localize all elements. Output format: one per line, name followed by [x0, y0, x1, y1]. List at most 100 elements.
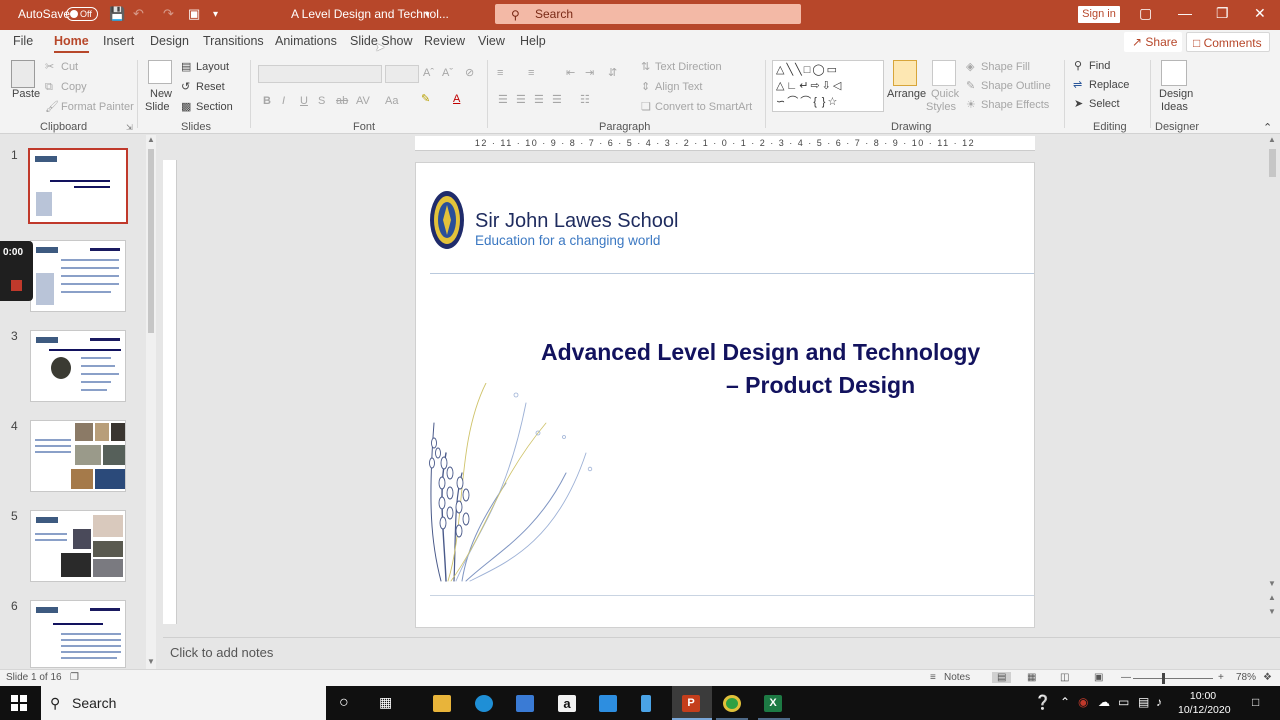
quick-styles-label-2[interactable]: Styles: [926, 100, 956, 114]
zoom-slider[interactable]: [1133, 678, 1213, 679]
shape-outline-icon[interactable]: ✎: [966, 79, 975, 93]
taskbar-search-box[interactable]: ⚲ Search: [41, 686, 326, 720]
format-painter-icon[interactable]: 🖌: [45, 100, 59, 114]
arrange-label[interactable]: Arrange: [887, 87, 926, 101]
increase-indent-icon[interactable]: ⇥: [585, 66, 594, 80]
slide-scrollbar[interactable]: ▲ ▼ ▲ ▼: [1267, 135, 1277, 637]
scrollbar-thumb[interactable]: [1269, 149, 1276, 177]
previous-slide-icon[interactable]: ▲: [1268, 593, 1276, 602]
security-icon[interactable]: ◉: [1078, 695, 1088, 709]
cloud-icon[interactable]: ☁: [1098, 695, 1110, 709]
zoom-in-icon[interactable]: +: [1218, 672, 1224, 683]
normal-view-icon[interactable]: ▤: [992, 672, 1012, 683]
task-view-icon[interactable]: ▦: [379, 694, 392, 711]
copy-icon[interactable]: ⧉: [45, 80, 53, 94]
columns-icon[interactable]: ☷: [580, 93, 590, 107]
shape-effects-label[interactable]: Shape Effects: [981, 98, 1049, 112]
font-size-combobox[interactable]: [385, 65, 419, 83]
slide-title-line-2[interactable]: – Product Design: [726, 372, 915, 399]
scroll-up-icon[interactable]: ▲: [147, 135, 155, 144]
reading-view-icon[interactable]: ◫: [1060, 672, 1069, 683]
tab-file[interactable]: File: [13, 30, 33, 54]
tab-animations[interactable]: Animations: [275, 30, 337, 54]
copy-label[interactable]: Copy: [61, 80, 87, 94]
search-box[interactable]: ⚲ Search: [495, 4, 801, 24]
align-text-icon[interactable]: ⇕: [641, 80, 650, 94]
amazon-icon[interactable]: a: [558, 695, 576, 712]
shape-fill-label[interactable]: Shape Fill: [981, 60, 1030, 74]
volume-icon[interactable]: ♪: [1156, 695, 1162, 709]
app-icon[interactable]: [641, 695, 651, 712]
fit-slide-icon[interactable]: ❖: [1263, 672, 1272, 683]
shape-effects-icon[interactable]: ☀: [966, 98, 976, 112]
collapse-ribbon-icon[interactable]: ⌃: [1263, 121, 1272, 135]
quick-styles-label-1[interactable]: Quick: [931, 87, 959, 101]
align-text-label[interactable]: Align Text: [655, 80, 703, 94]
bullets-icon[interactable]: ≡: [497, 66, 503, 80]
notes-pane[interactable]: Click to add notes: [163, 637, 1280, 669]
present-from-beginning-icon[interactable]: ▣: [188, 6, 200, 22]
text-direction-label[interactable]: Text Direction: [655, 60, 722, 74]
notes-icon[interactable]: ≡: [930, 672, 936, 683]
design-ideas-label-2[interactable]: Ideas: [1161, 100, 1188, 114]
store-icon[interactable]: [516, 695, 534, 712]
format-painter-label[interactable]: Format Painter: [61, 100, 134, 114]
layout-label[interactable]: Layout: [196, 60, 229, 74]
slide-thumbnail-4[interactable]: [30, 420, 126, 492]
shadow-icon[interactable]: S: [318, 94, 325, 108]
accessibility-icon[interactable]: ❐: [70, 672, 79, 683]
tab-help[interactable]: Help: [520, 30, 546, 54]
slide-thumbnail-1[interactable]: [28, 148, 128, 224]
decrease-font-size-icon[interactable]: Aˇ: [442, 66, 453, 80]
font-color-icon[interactable]: A: [453, 92, 460, 106]
tab-home[interactable]: Home: [54, 30, 89, 54]
zoom-out-icon[interactable]: —: [1121, 672, 1131, 683]
slide-show-view-icon[interactable]: ▣: [1094, 672, 1103, 683]
replace-label[interactable]: Replace: [1089, 78, 1129, 92]
scroll-down-icon[interactable]: ▼: [1268, 579, 1276, 588]
cut-icon[interactable]: ✂: [45, 60, 54, 74]
comments-button[interactable]: □ Comments: [1186, 32, 1270, 52]
clipboard-launcher-icon[interactable]: ⇲: [126, 121, 133, 135]
select-icon[interactable]: ➤: [1074, 97, 1083, 111]
paste-icon[interactable]: [11, 60, 35, 88]
new-slide-icon[interactable]: [148, 60, 172, 84]
character-spacing-icon[interactable]: AV: [356, 94, 370, 108]
shape-outline-label[interactable]: Shape Outline: [981, 79, 1051, 93]
powerpoint-icon[interactable]: P: [682, 695, 700, 712]
slide-sorter-icon[interactable]: ▦: [1027, 672, 1036, 683]
windows-start-icon[interactable]: [11, 695, 27, 711]
replace-icon[interactable]: ⇌: [1073, 78, 1082, 92]
ribbon-display-options-icon[interactable]: ▢: [1139, 5, 1152, 22]
clear-formatting-icon[interactable]: ⊘: [465, 66, 474, 80]
stop-recording-button[interactable]: [11, 280, 22, 291]
reset-icon[interactable]: ↺: [181, 80, 190, 94]
battery-icon[interactable]: ▭: [1118, 695, 1129, 709]
find-icon[interactable]: ⚲: [1074, 59, 1082, 73]
decrease-indent-icon[interactable]: ⇤: [566, 66, 575, 80]
redo-icon[interactable]: ↷: [163, 6, 174, 22]
save-icon[interactable]: 💾: [109, 6, 125, 22]
slide-title-line-1[interactable]: Advanced Level Design and Technology: [541, 339, 980, 366]
justify-icon[interactable]: ☰: [552, 93, 562, 107]
increase-font-size-icon[interactable]: Aˆ: [423, 66, 434, 80]
slide-thumbnail-6[interactable]: [30, 600, 126, 668]
help-icon[interactable]: ❔: [1034, 694, 1051, 711]
taskbar-clock[interactable]: 10:00 10/12/2020: [1178, 689, 1231, 717]
text-direction-icon[interactable]: ⇅: [641, 60, 650, 74]
slide-thumbnail-2[interactable]: [30, 240, 126, 312]
arrange-icon[interactable]: [893, 60, 917, 86]
tab-insert[interactable]: Insert: [103, 30, 134, 54]
tab-transitions[interactable]: Transitions: [203, 30, 264, 54]
edge-icon[interactable]: [475, 695, 493, 712]
slide-thumbnail-3[interactable]: [30, 330, 126, 402]
design-ideas-label-1[interactable]: Design: [1159, 87, 1193, 101]
minimize-icon[interactable]: —: [1178, 5, 1192, 21]
title-chevron-down-icon[interactable]: ▾: [425, 0, 430, 30]
design-ideas-icon[interactable]: [1161, 60, 1187, 86]
paste-label[interactable]: Paste: [12, 87, 40, 101]
close-icon[interactable]: ✕: [1254, 5, 1266, 22]
align-center-icon[interactable]: ☰: [516, 93, 526, 107]
italic-icon[interactable]: I: [282, 94, 285, 108]
zoom-level[interactable]: 78%: [1236, 672, 1256, 683]
